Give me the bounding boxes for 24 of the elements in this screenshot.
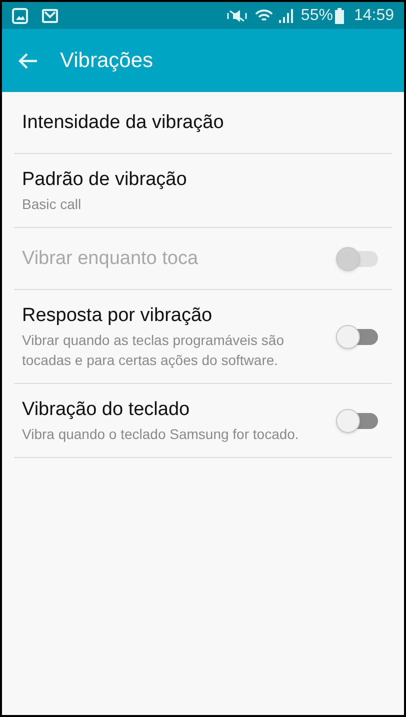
toggle-switch[interactable] bbox=[336, 408, 378, 432]
item-title: Vibrar enquanto toca bbox=[22, 247, 200, 271]
item-title: Resposta por vibração bbox=[22, 304, 214, 328]
settings-item[interactable]: Intensidade da vibração bbox=[14, 92, 392, 154]
back-arrow-icon[interactable] bbox=[18, 52, 38, 70]
gallery-icon bbox=[12, 8, 28, 24]
battery-icon bbox=[334, 8, 344, 24]
settings-item[interactable]: Padrão de vibração Basic call bbox=[14, 154, 392, 228]
clock-time: 14:59 bbox=[354, 6, 394, 26]
item-title: Intensidade da vibração bbox=[22, 111, 225, 135]
battery-percent: 55% bbox=[300, 6, 333, 26]
item-summary: Vibrar quando as teclas programáveis são tocadas e para certas ações do software. bbox=[22, 331, 286, 370]
vibrate-mute-icon bbox=[226, 8, 247, 24]
toggle-switch[interactable] bbox=[336, 324, 378, 348]
item-title: Vibração do teclado bbox=[22, 398, 191, 422]
settings-item[interactable]: Vibração do teclado Vibra quando o teclado Samsung for tocado. bbox=[14, 384, 392, 458]
wifi-icon bbox=[254, 8, 273, 24]
screen-title: Vibrações bbox=[60, 48, 154, 74]
item-summary: Vibra quando o teclado Samsung for tocado. bbox=[22, 425, 300, 444]
item-title: Padrão de vibração bbox=[22, 168, 188, 192]
settings-item[interactable]: Resposta por vibração Vibrar quando as teclas programáveis são tocadas e para certas ações do software. bbox=[14, 290, 392, 384]
signal-icon bbox=[276, 8, 293, 24]
mail-icon bbox=[42, 8, 58, 24]
item-summary: Basic call bbox=[22, 195, 82, 214]
